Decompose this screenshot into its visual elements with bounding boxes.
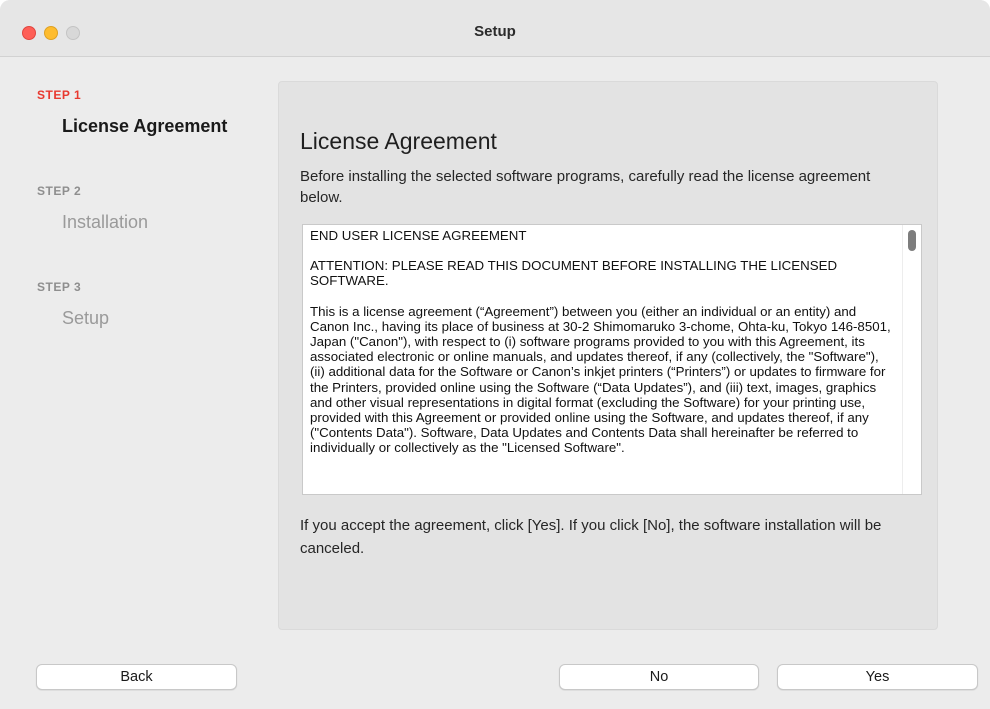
license-scroll-thumb[interactable] xyxy=(908,230,916,251)
license-body: This is a license agreement (“Agreement”… xyxy=(310,303,891,456)
step-2-label: STEP 2 xyxy=(37,184,82,198)
license-text-area[interactable]: END USER LICENSE AGREEMENT ATTENTION: PL… xyxy=(302,224,922,495)
license-attention: ATTENTION: PLEASE READ THIS DOCUMENT BEF… xyxy=(310,258,838,289)
step-1: STEP 1 License Agreement xyxy=(37,88,227,184)
window-title: Setup xyxy=(474,23,516,40)
license-scrollbar[interactable] xyxy=(902,225,921,494)
step-2-name: Installation xyxy=(62,212,149,232)
no-button[interactable]: No xyxy=(559,664,759,690)
license-heading: END USER LICENSE AGREEMENT xyxy=(310,228,527,243)
accept-instructions: If you accept the agreement, click [Yes]… xyxy=(300,517,882,557)
step-1-name: License Agreement xyxy=(62,116,228,136)
panel-title: License Agreement xyxy=(300,128,497,154)
step-1-label: STEP 1 xyxy=(37,88,82,102)
step-3-name: Setup xyxy=(62,308,110,328)
back-button[interactable]: Back xyxy=(36,664,237,690)
license-text: END USER LICENSE AGREEMENT ATTENTION: PL… xyxy=(310,228,893,471)
content-panel: License Agreement Before installing the … xyxy=(278,81,938,630)
panel-intro-text: Before installing the selected software … xyxy=(300,168,871,206)
step-list: STEP 1 License Agreement STEP 2 Installa… xyxy=(37,88,227,376)
setup-window: Setup STEP 1 License Agreement STEP 2 In… xyxy=(0,0,990,709)
step-2: STEP 2 Installation xyxy=(37,184,227,280)
step-3-label: STEP 3 xyxy=(37,280,82,294)
step-3: STEP 3 Setup xyxy=(37,280,227,376)
title-bar: Setup xyxy=(0,0,990,57)
yes-button[interactable]: Yes xyxy=(777,664,978,690)
